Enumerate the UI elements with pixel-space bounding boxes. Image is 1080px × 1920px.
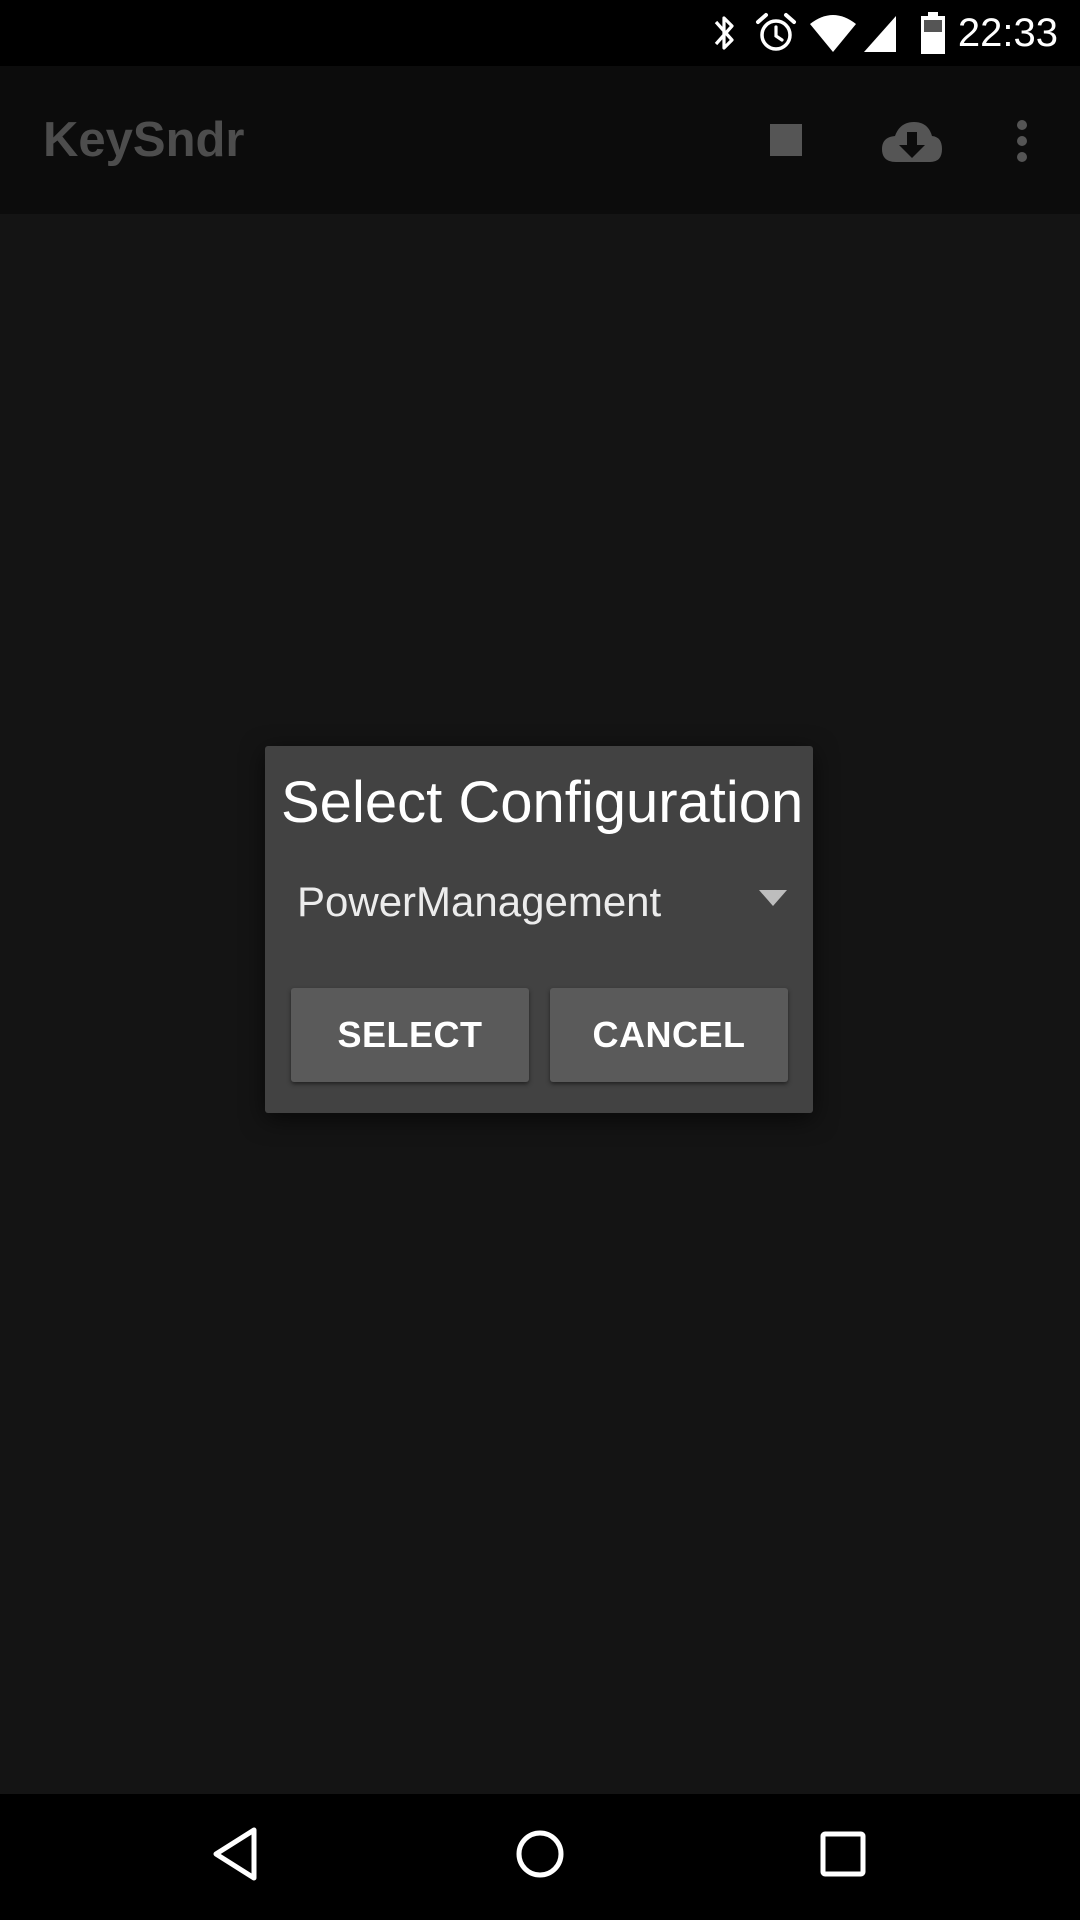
alarm-icon [756, 13, 796, 51]
more-vert-icon[interactable] [1014, 118, 1030, 164]
stop-icon[interactable] [770, 124, 802, 156]
screen: 22:33 KeySndr Select Configuration Power… [0, 0, 1080, 1920]
home-icon[interactable] [513, 1824, 567, 1884]
back-icon[interactable] [210, 1824, 260, 1884]
app-bar: KeySndr [0, 66, 1080, 214]
recents-icon[interactable] [818, 1824, 868, 1884]
dialog-title: Select Configuration [281, 770, 804, 835]
status-time: 22:33 [957, 11, 1058, 55]
battery-icon [921, 12, 945, 54]
status-bar: 22:33 [0, 0, 1080, 66]
dropdown-arrow-icon [759, 890, 787, 906]
select-configuration-dialog: Select Configuration PowerManagement SEL… [265, 746, 813, 1113]
spinner-selected-value: PowerManagement [297, 878, 662, 925]
app-title: KeySndr [43, 113, 245, 167]
configuration-spinner[interactable]: PowerManagement [297, 872, 787, 932]
select-button-label: SELECT [337, 1014, 483, 1055]
cancel-button[interactable]: CANCEL [550, 988, 788, 1082]
navigation-bar [0, 1794, 1080, 1920]
cloud-download-icon[interactable] [880, 118, 944, 164]
signal-icon [864, 16, 896, 52]
select-button[interactable]: SELECT [291, 988, 529, 1082]
bluetooth-icon [714, 16, 734, 50]
wifi-icon [810, 15, 856, 52]
cancel-button-label: CANCEL [592, 1014, 746, 1055]
